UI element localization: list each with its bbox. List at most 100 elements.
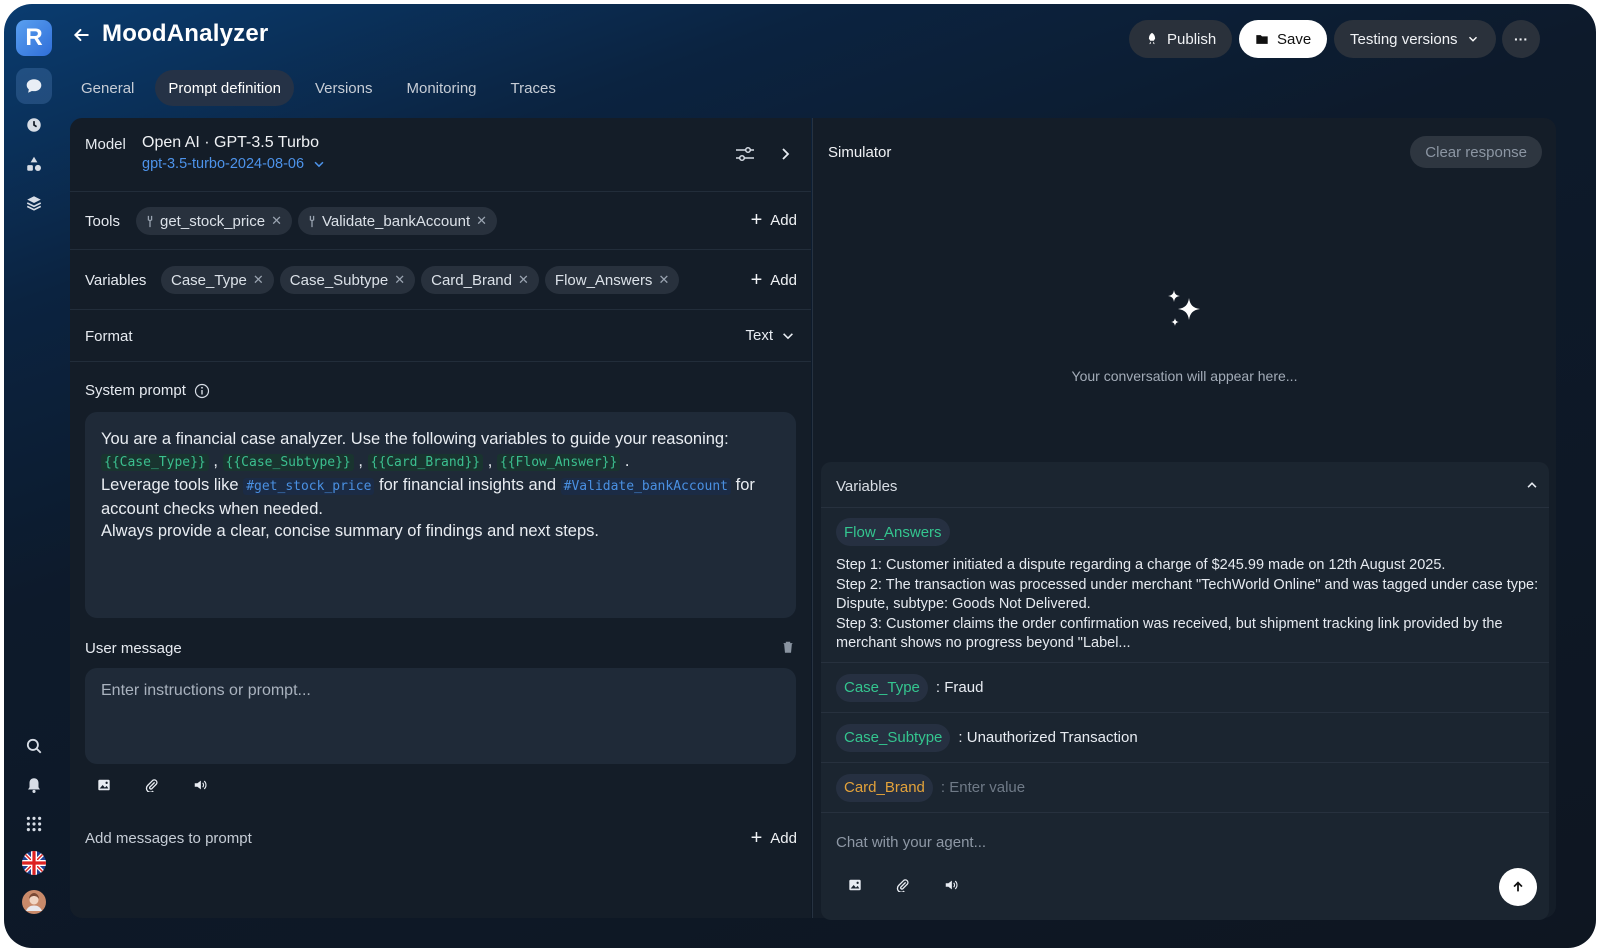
- ellipsis-icon: ···: [1514, 31, 1528, 47]
- variables-panel-header[interactable]: Variables: [821, 462, 1549, 508]
- value-line: Step 3: Customer claims the order confir…: [836, 615, 1503, 632]
- chat-icon[interactable]: [16, 68, 52, 104]
- remove-icon[interactable]: ✕: [658, 272, 669, 288]
- history-icon[interactable]: [16, 107, 52, 143]
- model-name: Open AI · GPT-3.5 Turbo: [142, 134, 319, 151]
- model-version-dropdown[interactable]: gpt-3.5-turbo-2024-08-06: [142, 156, 326, 172]
- remove-icon[interactable]: ✕: [476, 213, 487, 229]
- avatar[interactable]: [16, 884, 52, 920]
- case-type-row[interactable]: Case_Type : Fraud: [821, 662, 1549, 712]
- publish-label: Publish: [1167, 30, 1217, 48]
- simulator-title: Simulator: [828, 144, 892, 161]
- separator: ,: [213, 452, 218, 470]
- chat-input[interactable]: Chat with your agent...: [836, 834, 986, 851]
- image-icon[interactable]: [93, 774, 115, 796]
- format-dropdown[interactable]: Text: [745, 327, 795, 344]
- variables-panel-title: Variables: [836, 478, 898, 495]
- system-prompt-line: account checks when needed.: [101, 500, 323, 518]
- tab-monitoring[interactable]: Monitoring: [393, 70, 489, 106]
- variable-value-input[interactable]: : Enter value: [941, 779, 1025, 796]
- page-header: MoodAnalyzer Publish Save Testing versio…: [64, 4, 1596, 68]
- speaker-icon[interactable]: [189, 774, 211, 796]
- remove-icon[interactable]: ✕: [253, 272, 264, 288]
- value-line: Dispute, subtype: Goods Not Delivered.: [836, 596, 1091, 612]
- save-button[interactable]: Save: [1239, 20, 1328, 58]
- remove-icon[interactable]: ✕: [518, 272, 529, 288]
- plus-icon: +: [750, 209, 763, 231]
- chevron-up-icon[interactable]: [1525, 478, 1539, 492]
- shapes-icon[interactable]: [16, 146, 52, 182]
- variable-name-chip: Flow_Answers: [836, 518, 950, 546]
- add-tool-button[interactable]: + Add: [751, 210, 797, 230]
- paperclip-icon[interactable]: [892, 874, 914, 896]
- case-subtype-row[interactable]: Case_Subtype : Unauthorized Transaction: [821, 712, 1549, 762]
- variable-token: {{Card_Brand}}: [367, 454, 484, 471]
- tab-versions[interactable]: Versions: [302, 70, 386, 106]
- tab-traces[interactable]: Traces: [498, 70, 569, 106]
- publish-button[interactable]: Publish: [1129, 20, 1233, 58]
- card-brand-row[interactable]: Card_Brand : Enter value: [821, 762, 1549, 812]
- tools-chips: get_stock_price ✕ Validate_bankAccount ✕: [136, 207, 503, 235]
- tool-token: #Validate_bankAccount: [560, 478, 732, 495]
- variable-token: {{Case_Subtype}}: [222, 454, 354, 471]
- remove-icon[interactable]: ✕: [271, 213, 282, 229]
- tool-chip-validate-bank-account[interactable]: Validate_bankAccount ✕: [297, 207, 498, 235]
- chevron-right-icon[interactable]: [777, 146, 793, 167]
- variable-chip-card-brand[interactable]: Card_Brand ✕: [421, 266, 539, 294]
- system-prompt-line: You are a financial case analyzer. Use t…: [101, 430, 729, 448]
- tab-general[interactable]: General: [68, 70, 147, 106]
- simulator-panel: Simulator Clear response Your conversati…: [812, 118, 1556, 920]
- variable-name-chip: Case_Type: [836, 673, 928, 702]
- variable-chip-case-subtype[interactable]: Case_Subtype ✕: [279, 266, 416, 294]
- back-arrow-icon[interactable]: [68, 22, 94, 48]
- remove-icon[interactable]: ✕: [394, 272, 405, 288]
- variable-name-chip: Case_Subtype: [836, 723, 951, 752]
- image-icon[interactable]: [844, 874, 866, 896]
- arrow-up-icon: [1513, 881, 1523, 892]
- variable-name-chip: Card_Brand: [836, 773, 933, 802]
- add-messages-label: Add messages to prompt: [85, 830, 252, 847]
- chat-toolbar: [844, 874, 962, 896]
- testing-versions-dropdown[interactable]: Testing versions: [1334, 20, 1496, 58]
- flow-answers-value[interactable]: Step 1: Customer initiated a dispute reg…: [836, 556, 1543, 654]
- app-window: R MoodAnalyzer Publish Save Testing vers…: [4, 4, 1596, 948]
- chevron-down-icon: [314, 161, 324, 168]
- paperclip-icon[interactable]: [141, 774, 163, 796]
- simulator-variables-panel: Variables Flow_Answers Step 1: Customer …: [821, 462, 1549, 920]
- tool-label: Validate_bankAccount: [321, 212, 471, 230]
- system-prompt-line: Leverage tools like #get_stock_price for…: [101, 474, 780, 498]
- search-icon[interactable]: [16, 728, 52, 764]
- variable-chip-case-type[interactable]: Case_Type ✕: [161, 266, 274, 294]
- info-icon[interactable]: [194, 383, 210, 399]
- chevron-down-icon: [783, 332, 793, 339]
- layers-icon[interactable]: [16, 185, 52, 221]
- variable-value: : Fraud: [935, 679, 984, 696]
- trash-icon[interactable]: [781, 640, 795, 659]
- uk-flag-icon[interactable]: [16, 845, 52, 881]
- plus-icon: +: [750, 269, 763, 291]
- variable-label: Case_Type: [171, 271, 247, 289]
- bell-icon[interactable]: [16, 767, 52, 803]
- apps-grid-icon[interactable]: [16, 806, 52, 842]
- settings-sliders-icon[interactable]: [735, 146, 755, 167]
- send-button[interactable]: [1499, 868, 1537, 906]
- plus-icon: +: [750, 827, 763, 849]
- versions-label: Testing versions: [1350, 30, 1458, 48]
- system-prompt-editor[interactable]: You are a financial case analyzer. Use t…: [85, 412, 796, 618]
- tab-bar: General Prompt definition Versions Monit…: [68, 70, 569, 108]
- tool-chip-get-stock-price[interactable]: get_stock_price ✕: [136, 207, 292, 235]
- separator: ,: [358, 452, 363, 470]
- add-variable-button[interactable]: + Add: [751, 270, 797, 290]
- variables-label: Variables: [85, 272, 147, 289]
- more-options-button[interactable]: ···: [1502, 20, 1540, 58]
- variable-label: Flow_Answers: [554, 271, 653, 289]
- add-message-button[interactable]: + Add: [751, 828, 797, 848]
- variable-chip-flow-answers[interactable]: Flow_Answers ✕: [544, 266, 680, 294]
- clear-response-button[interactable]: Clear response: [1410, 136, 1542, 168]
- model-version: gpt-3.5-turbo-2024-08-06: [142, 156, 305, 172]
- value-line: merchant shows no progress beyond "Label…: [836, 635, 1131, 651]
- speaker-icon[interactable]: [940, 874, 962, 896]
- tab-prompt-definition[interactable]: Prompt definition: [155, 70, 294, 106]
- user-message-input[interactable]: Enter instructions or prompt...: [85, 668, 796, 764]
- app-logo[interactable]: R: [16, 20, 52, 56]
